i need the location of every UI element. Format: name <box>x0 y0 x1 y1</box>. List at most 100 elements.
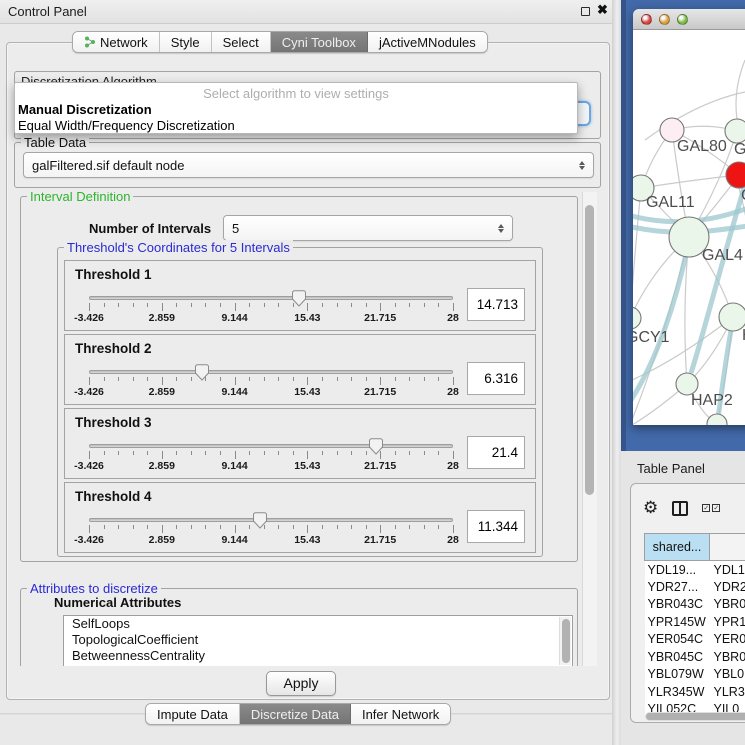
table-cell[interactable]: YBR0 <box>710 648 745 666</box>
network-node-gcy1[interactable] <box>633 307 641 329</box>
table-row[interactable]: YLR345WYLR3 <box>645 683 745 701</box>
network-node[interactable] <box>707 414 727 425</box>
close-panel-icon[interactable]: ✖ <box>597 2 608 18</box>
mac-zoom-icon[interactable] <box>677 14 688 25</box>
slider-track[interactable] <box>89 370 453 374</box>
table-cell[interactable]: YLR3 <box>710 683 745 701</box>
threshold-slider[interactable]: -3.4262.8599.14415.4321.71528 <box>89 358 453 398</box>
table-cell[interactable]: YDL19... <box>645 561 710 579</box>
table-cell[interactable]: YBR043C <box>645 596 710 614</box>
table-cell[interactable]: YBL079W <box>645 666 710 684</box>
threshold-value-field[interactable]: 14.713 <box>467 288 525 321</box>
table-row[interactable]: YPR145WYPR1 <box>645 613 745 631</box>
settings-scroll-area: Interval Definition Number of Intervals … <box>16 192 582 666</box>
table-column-header[interactable]: n <box>710 534 745 561</box>
table-cell[interactable]: YPR1 <box>710 613 745 631</box>
attributes-list[interactable]: SelfLoopsTopologicalCoefficientBetweenne… <box>63 615 573 666</box>
table-row[interactable]: YBR045CYBR0 <box>645 648 745 666</box>
slider-track[interactable] <box>89 444 453 448</box>
mac-minimize-icon[interactable] <box>659 14 670 25</box>
network-canvas[interactable]: GAL80GCGAL11GAL4GCY1HHAP2 <box>633 30 745 425</box>
tick-label: 21.715 <box>364 386 396 398</box>
tab-impute-data[interactable]: Impute Data <box>146 704 240 724</box>
settings-vertical-scrollbar[interactable] <box>582 192 597 666</box>
tick-label: -3.426 <box>74 460 104 472</box>
num-intervals-label: Number of Intervals <box>89 221 211 236</box>
scrollbar-thumb[interactable] <box>562 619 570 663</box>
apply-button[interactable]: Apply <box>266 671 336 696</box>
attribute-list-item[interactable]: SelfLoops <box>64 616 572 632</box>
slider-track[interactable] <box>89 296 453 300</box>
network-edge[interactable] <box>736 60 745 119</box>
threshold-slider[interactable]: -3.4262.8599.14415.4321.71528 <box>89 284 453 324</box>
control-panel-titlebar: Control Panel ✖ <box>0 0 612 24</box>
tick-label: -3.426 <box>74 386 104 398</box>
dropdown-item[interactable]: Equal Width/Frequency Discretization <box>15 118 577 134</box>
tab-label: Infer Network <box>362 707 439 722</box>
threshold-value-field[interactable]: 11.344 <box>467 510 525 543</box>
tick-label: 15.43 <box>294 460 320 472</box>
network-node-g[interactable] <box>725 119 745 143</box>
table-cell[interactable]: YER0 <box>710 631 745 649</box>
thresholds-group: Threshold's Coordinates for 5 Intervals … <box>57 247 543 557</box>
tab-style[interactable]: Style <box>160 32 212 52</box>
tab-infer-network[interactable]: Infer Network <box>351 704 450 724</box>
split-columns-icon[interactable] <box>672 501 688 516</box>
table-cell[interactable]: YPR145W <box>645 613 710 631</box>
threshold-slider[interactable]: -3.4262.8599.14415.4321.71528 <box>89 506 453 546</box>
network-node-label: C <box>741 187 745 204</box>
tab-jactivemnodules[interactable]: jActiveMNodules <box>368 32 487 52</box>
scrollbar-thumb[interactable] <box>646 713 745 720</box>
panel-divider[interactable] <box>612 0 621 745</box>
gear-icon[interactable]: ⚙ <box>643 500 658 516</box>
table-row[interactable]: YDR27...YDR2 <box>645 578 745 596</box>
network-node-c[interactable] <box>726 162 745 188</box>
table-panel-card: ⚙ ✓ ✓ shared...n YDL19...YDL1YDR27...YDR… <box>630 483 745 723</box>
tab-discretize-data[interactable]: Discretize Data <box>240 704 351 724</box>
table-cell[interactable]: YER054C <box>645 631 710 649</box>
tab-network[interactable]: Network <box>73 32 160 52</box>
table-horizontal-scrollbar[interactable] <box>645 712 745 721</box>
table-cell[interactable]: YBR045C <box>645 648 710 666</box>
table-row[interactable]: YER054CYER0 <box>645 631 745 649</box>
table-cell[interactable]: YBR0 <box>710 596 745 614</box>
attributes-list-scrollbar[interactable] <box>559 617 571 665</box>
table-row[interactable]: YBL079WYBL0 <box>645 666 745 684</box>
table-cell[interactable]: YBL0 <box>710 666 745 684</box>
threshold-slider[interactable]: -3.4262.8599.14415.4321.71528 <box>89 432 453 472</box>
threshold-value-field[interactable]: 21.4 <box>467 436 525 469</box>
table-data-combo[interactable]: galFiltered.sif default node <box>23 152 594 178</box>
threshold-panel: Threshold 1 -3.4262.8599.14415.4321.7152… <box>64 260 536 331</box>
table-cell[interactable]: YDR27... <box>645 578 710 596</box>
table-column-header[interactable]: shared... <box>645 534 710 561</box>
tab-cyni-toolbox[interactable]: Cyni Toolbox <box>271 32 368 52</box>
dropdown-item[interactable]: Manual Discretization <box>15 102 577 118</box>
table-panel-title: Table Panel <box>637 461 705 476</box>
float-panel-icon[interactable] <box>581 7 590 16</box>
thresholds-container: Threshold 1 -3.4262.8599.14415.4321.7152… <box>58 260 542 556</box>
threshold-label: Threshold 3 <box>75 415 525 430</box>
tick-label: 2.859 <box>149 386 175 398</box>
top-tab-bar: Network Style SelectCyni ToolboxjActiveMNo… <box>72 31 488 53</box>
table-row[interactable]: YDL19...YDL1 <box>645 561 745 579</box>
attribute-list-item[interactable]: BetweennessCentrality <box>64 648 572 664</box>
mac-close-icon[interactable] <box>641 14 652 25</box>
select-columns-icon[interactable]: ✓ ✓ <box>702 504 720 512</box>
threshold-value-field[interactable]: 6.316 <box>467 362 525 395</box>
table-cell[interactable]: YLR345W <box>645 683 710 701</box>
tab-select[interactable]: Select <box>212 32 271 52</box>
table-data-group: Table Data galFiltered.sif default node <box>14 142 601 188</box>
table-cell[interactable]: YDL1 <box>710 561 745 579</box>
tick-label: 21.715 <box>364 312 396 324</box>
num-intervals-combo[interactable]: 5 <box>223 215 513 241</box>
attribute-list-item[interactable]: TopologicalCoefficient <box>64 632 572 648</box>
tick-label: 15.43 <box>294 312 320 324</box>
network-edge[interactable] <box>641 175 739 188</box>
tab-label: Style <box>171 35 200 50</box>
network-node-label: GCY1 <box>633 329 670 346</box>
scrollbar-thumb[interactable] <box>585 205 594 495</box>
slider-track[interactable] <box>89 518 453 522</box>
table-cell[interactable]: YDR2 <box>710 578 745 596</box>
table-panel-section: Table Panel ⚙ ✓ ✓ shared...n YDL19...YDL… <box>621 451 745 745</box>
table-row[interactable]: YBR043CYBR0 <box>645 596 745 614</box>
